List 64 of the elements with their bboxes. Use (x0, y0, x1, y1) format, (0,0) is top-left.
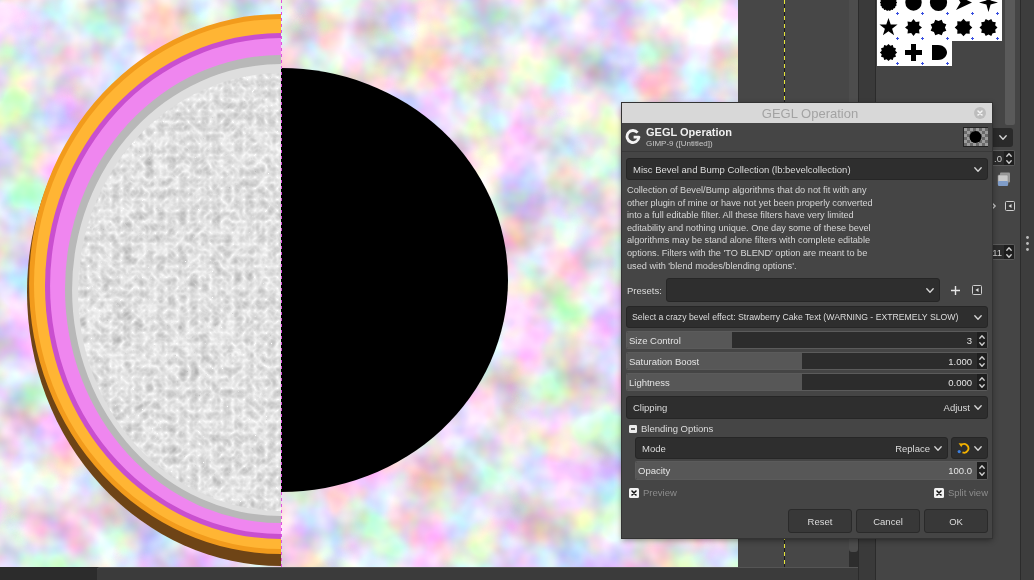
drag-handle-icon[interactable] (1026, 236, 1029, 251)
logo-icon (625, 129, 641, 145)
chevron-down-icon (974, 314, 982, 320)
operation-dropdown[interactable]: Misc Bevel and Bump Collection (lb:bevelcollection) (626, 158, 988, 180)
slider-label: Size Control (628, 334, 681, 346)
slider-label: Opacity (637, 465, 671, 477)
slider-track[interactable]: Opacity 100.0 (635, 461, 977, 481)
chevron-down-icon (1006, 253, 1012, 258)
section-label: Blending Options (641, 423, 714, 435)
spinner[interactable] (977, 461, 988, 481)
chevron-down-icon (974, 166, 982, 172)
chevron-up-icon (979, 355, 985, 360)
checkbox-label: Preview (643, 487, 677, 499)
slider-label: Saturation Boost (628, 355, 700, 367)
presets-label: Presets: (627, 284, 662, 296)
spinner[interactable] (1004, 244, 1015, 260)
chevron-down-icon (979, 472, 985, 477)
slider-value: 0.000 (948, 376, 973, 388)
boxed-triangle-icon[interactable] (1005, 201, 1015, 211)
ok-button[interactable]: OK (924, 509, 988, 534)
boxed-triangle-icon[interactable] (972, 285, 982, 296)
chevron-down-icon (979, 383, 985, 388)
dropdown-button[interactable] (993, 128, 1013, 147)
chevron-down-icon (926, 287, 934, 293)
slider-label: Lightness (628, 376, 670, 388)
slider-value: 1.000 (948, 355, 973, 367)
chevron-up-icon (979, 465, 985, 470)
slider-track[interactable]: Lightness 0.000 (626, 373, 977, 392)
plus-icon[interactable] (951, 285, 960, 295)
chevron-up-icon (1006, 246, 1012, 251)
thumbnail-icon (963, 127, 988, 147)
slider-track[interactable]: Size Control 3 (626, 331, 977, 350)
checkbox[interactable] (629, 487, 639, 498)
reset-button[interactable]: Reset (788, 509, 852, 534)
mode-dropdown[interactable]: Mode Replace (635, 437, 948, 460)
chevron-down-icon (974, 405, 982, 411)
cancel-button[interactable]: Cancel (856, 509, 920, 534)
blend-mode-button[interactable] (951, 437, 988, 460)
checkbox[interactable] (933, 487, 944, 498)
effect-dropdown[interactable]: Select a crazy bevel effect: Strawberry Cake Text (WARNING - EXTREMELY SLOW) (626, 306, 988, 329)
clipping-dropdown[interactable]: Clipping Adjust (626, 396, 988, 420)
spinner[interactable] (1004, 150, 1015, 166)
slider-value: 100.0 (948, 465, 973, 477)
slider-track[interactable]: Saturation Boost 1.000 (626, 352, 977, 371)
chevron-down-icon (979, 341, 985, 346)
spinner[interactable] (977, 373, 988, 392)
circular-arrow-icon (957, 442, 970, 455)
dialog-title: GEGL Operation (646, 126, 732, 138)
chevron-up-icon (1006, 152, 1012, 157)
chevron-down-icon (1006, 159, 1012, 164)
spinner[interactable] (977, 331, 988, 350)
chevron-down-icon (934, 445, 942, 451)
stack-icon[interactable] (997, 172, 1011, 187)
slider-value: 3 (966, 334, 973, 346)
chevron-down-icon (979, 362, 985, 367)
chevron-up-icon (979, 376, 985, 381)
description-text: Collection of Bevel/Bump algorithms that do not fit with any other plugin of mine or have not yet been properly converted into a full editable filter. All these filters have very limited editability and nothing unique. One day some of these bevel algorithms may be stand alone filters with complete editable options. Filters with the 'TO BLEND' option are meant to be used with 'blend modes/blending options'. (626, 184, 873, 273)
spinner[interactable] (977, 352, 988, 371)
chevron-down-icon (974, 445, 982, 451)
dialog-subtitle: GIMP-9 ([Untitled]) (646, 139, 713, 148)
chevron-up-icon (979, 334, 985, 339)
chevron-down-icon (999, 135, 1007, 140)
checkbox-label: Split view (947, 487, 988, 499)
minus-icon[interactable] (629, 424, 637, 433)
